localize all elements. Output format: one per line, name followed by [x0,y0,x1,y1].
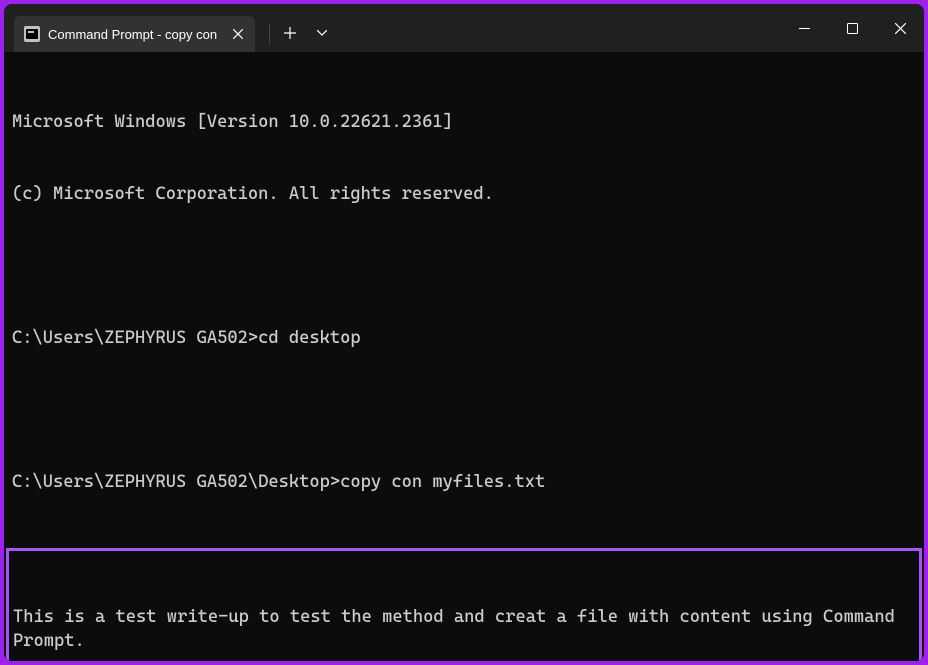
copyright-line: (c) Microsoft Corporation. All rights re… [12,182,916,206]
new-tab-button[interactable] [274,17,306,49]
titlebar-left: Command Prompt - copy con [4,4,338,52]
cmd-icon [24,26,40,42]
plus-icon [284,27,296,39]
close-icon [895,23,906,34]
maximize-icon [847,23,858,34]
blank-line [12,398,916,422]
prompt-line-2: C:\Users\ZEPHYRUS GA502\Desktop>copy con… [12,470,916,494]
minimize-icon [799,28,810,29]
prompt-path: C:\Users\ZEPHYRUS GA502\Desktop [12,472,330,492]
chevron-down-icon [317,30,327,36]
prompt-char: > [248,328,258,348]
terminal-window: Command Prompt - copy con [4,4,924,661]
minimize-button[interactable] [780,8,828,48]
input-text: This is a test write-up to test the meth… [13,605,915,653]
maximize-button[interactable] [828,8,876,48]
prompt-char: > [330,472,340,492]
prompt-line-1: C:\Users\ZEPHYRUS GA502>cd desktop [12,326,916,350]
tab-dropdown-button[interactable] [306,17,338,49]
tab-divider [269,24,270,44]
tab-title: Command Prompt - copy con [48,27,217,42]
terminal-content[interactable]: Microsoft Windows [Version 10.0.22621.23… [4,52,924,661]
active-tab[interactable]: Command Prompt - copy con [14,16,255,52]
blank-line [12,254,916,278]
window-controls [780,4,924,52]
close-icon [233,29,243,39]
version-line: Microsoft Windows [Version 10.0.22621.23… [12,110,916,134]
command-text: cd desktop [258,328,361,348]
highlighted-region: This is a test write-up to test the meth… [6,548,922,661]
window-close-button[interactable] [876,8,924,48]
prompt-path: C:\Users\ZEPHYRUS GA502 [12,328,248,348]
titlebar: Command Prompt - copy con [4,4,924,52]
command-text: copy con myfiles.txt [340,472,545,492]
tab-close-button[interactable] [229,25,247,43]
